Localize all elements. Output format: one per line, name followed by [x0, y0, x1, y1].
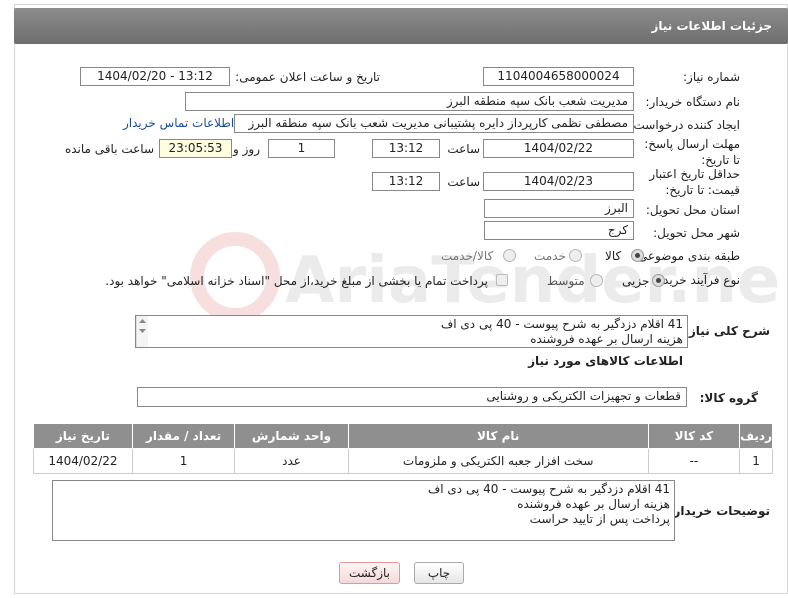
- province-label: استان محل تحویل:: [645, 203, 740, 217]
- buyer-notes-label: توضیحات خریدار:: [668, 504, 770, 518]
- province-field: البرز: [484, 199, 634, 218]
- col-code: کد کالا: [647, 423, 741, 449]
- goods-group-label: گروه کالا:: [699, 391, 758, 405]
- process-option-minor: جزیی: [622, 274, 650, 288]
- goods-info-title: اطلاعات کالاهای مورد نیاز: [528, 354, 683, 368]
- validity-date-field: 1404/02/23: [483, 172, 634, 191]
- col-row: ردیف: [739, 423, 773, 449]
- category-radio-goods[interactable]: [631, 249, 644, 262]
- remaining-time-field: 23:05:53: [159, 139, 232, 158]
- buyer-contact-link[interactable]: اطلاعات تماس خریدار: [123, 116, 234, 130]
- summary-label: شرح کلی نیاز:: [684, 324, 770, 338]
- validity-time-field: 13:12: [372, 172, 440, 191]
- summary-scrollbar[interactable]: [136, 316, 148, 347]
- city-field: کرج: [484, 221, 634, 240]
- buyer-notes-line-1: 41 اقلام دزدگیر به شرح پیوست - 40 پی دی …: [427, 482, 670, 496]
- table-header-row: ردیف کد کالا نام کالا واحد شمارش تعداد /…: [33, 423, 773, 449]
- category-option-goods: کالا: [605, 249, 622, 263]
- cell-date: 1404/02/22: [33, 448, 133, 474]
- table-row: 1 -- سخت افزار جعبه الکتریکی و ملزومات ع…: [33, 448, 773, 474]
- process-option-medium: متوسط: [547, 274, 585, 288]
- deadline-date-field: 1404/02/22: [483, 139, 634, 158]
- header-bar: جزئیات اطلاعات نیاز: [14, 8, 788, 44]
- col-unit: واحد شمارش: [234, 423, 349, 449]
- page-title: جزئیات اطلاعات نیاز: [651, 19, 772, 33]
- buyer-notes-textarea[interactable]: 41 اقلام دزدگیر به شرح پیوست - 40 پی دی …: [52, 480, 675, 541]
- category-option-goods-service: کالا/خدمت: [441, 249, 494, 263]
- back-button[interactable]: بازگشت: [339, 562, 400, 584]
- col-qty: تعداد / مقدار: [131, 423, 236, 449]
- buyer-notes-line-3: پرداخت پس از تایید حراست: [529, 512, 670, 526]
- buyer-notes-line-2: هزینه ارسال بر عهده فروشنده: [517, 497, 670, 511]
- buyer-field: مدیریت شعب بانک سپه منطقه البرز: [185, 92, 634, 111]
- creator-field: مصطفی نظمی کارپرداز دایره پشتیبانی مدیری…: [234, 114, 634, 133]
- days-label: روز و: [233, 142, 260, 156]
- category-radio-goods-service[interactable]: [503, 249, 516, 262]
- creator-label: ایجاد کننده درخواست:: [629, 118, 740, 132]
- validity-time-label: ساعت: [447, 175, 480, 189]
- scroll-arrows-icon: [139, 319, 146, 333]
- cell-row: 1: [739, 448, 773, 474]
- process-radio-medium[interactable]: [590, 274, 603, 287]
- summary-line-1: 41 اقلام دزدگیر به شرح پیوست - 40 پی دی …: [440, 317, 683, 331]
- goods-table: ردیف کد کالا نام کالا واحد شمارش تعداد /…: [33, 423, 773, 474]
- category-label: طبقه بندی موضوعی:: [633, 249, 740, 263]
- payment-note: پرداخت تمام یا بخشی از مبلغ خرید،از محل …: [105, 274, 488, 288]
- process-label: نوع فرآیند خرید :: [655, 273, 740, 287]
- goods-group-field: قطعات و تجهیزات الکتریکی و روشنایی: [137, 387, 687, 407]
- category-option-service: خدمت: [534, 249, 566, 263]
- cell-qty: 1: [131, 448, 236, 474]
- deadline-time-label: ساعت: [447, 142, 480, 156]
- buyer-label: نام دستگاه خریدار:: [645, 95, 741, 109]
- need-number-label: شماره نیاز:: [683, 70, 740, 84]
- announce-label: تاریخ و ساعت اعلان عمومی:: [235, 70, 380, 84]
- print-button[interactable]: چاپ: [414, 562, 464, 584]
- deadline-label: مهلت ارسال پاسخ: تا تاریخ:: [644, 137, 740, 167]
- col-name: نام کالا: [347, 423, 649, 449]
- payment-checkbox[interactable]: [496, 274, 508, 286]
- days-field: 1: [268, 139, 335, 158]
- remaining-label: ساعت باقی مانده: [64, 142, 154, 156]
- category-radio-service[interactable]: [569, 249, 582, 262]
- need-number-field: 1104004658000024: [483, 67, 634, 86]
- cell-unit: عدد: [234, 448, 349, 474]
- validity-label: حداقل تاریخ اعتبار قیمت: تا تاریخ:: [649, 167, 740, 197]
- announce-field: 1404/02/20 - 13:12: [80, 67, 230, 86]
- city-label: شهر محل تحویل:: [653, 226, 740, 240]
- deadline-time-field: 13:12: [372, 139, 440, 158]
- cell-code: --: [647, 448, 741, 474]
- col-date: تاریخ نیاز: [33, 423, 133, 449]
- process-radio-minor[interactable]: [652, 274, 665, 287]
- summary-line-2: هزینه ارسال بر عهده فروشنده: [530, 332, 683, 346]
- summary-textarea[interactable]: 41 اقلام دزدگیر به شرح پیوست - 40 پی دی …: [135, 315, 688, 348]
- cell-name: سخت افزار جعبه الکتریکی و ملزومات: [347, 448, 649, 474]
